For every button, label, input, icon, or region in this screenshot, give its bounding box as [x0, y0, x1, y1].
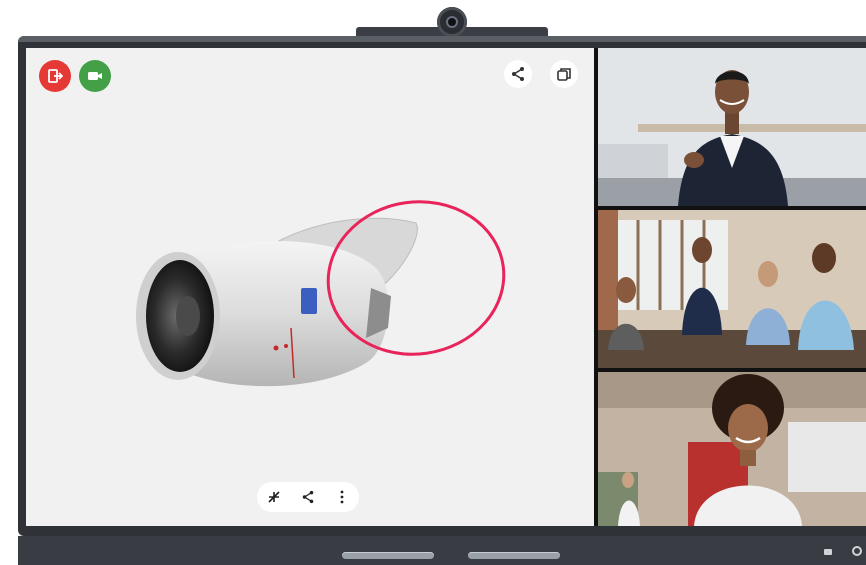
more-vertical-icon	[340, 490, 344, 504]
display-bezel-top	[18, 36, 866, 42]
display-base	[18, 536, 866, 565]
jet-engine-image	[136, 200, 506, 387]
toolbar-share-button[interactable]	[296, 485, 320, 509]
right-handle	[468, 552, 560, 559]
leave-button[interactable]	[39, 60, 71, 92]
participant-video-image	[598, 372, 866, 526]
video-camera-icon	[88, 72, 102, 80]
leave-icon	[48, 69, 63, 83]
collapse-button[interactable]	[262, 485, 286, 509]
share-icon	[512, 67, 524, 81]
whiteboard-panel[interactable]	[26, 48, 594, 526]
collapse-icon	[268, 491, 280, 503]
power-icon[interactable]	[852, 546, 862, 556]
window-switch-icon	[557, 68, 571, 81]
participant-video-tile[interactable]	[598, 48, 866, 206]
window-switch-button[interactable]	[550, 60, 578, 88]
participant-video-tile[interactable]	[598, 210, 866, 368]
participant-video-tile[interactable]	[598, 372, 866, 526]
more-options-button[interactable]	[330, 485, 354, 509]
display-screen	[26, 48, 866, 526]
share-icon	[302, 490, 314, 504]
whiteboard-toolbar	[257, 482, 359, 512]
conference-room-video-image	[598, 210, 866, 368]
left-handle	[342, 552, 434, 559]
share-button[interactable]	[504, 60, 532, 88]
status-led-icon	[824, 549, 832, 555]
webcam-lens	[446, 16, 458, 28]
presenter-video-image	[598, 48, 866, 206]
video-toggle-button[interactable]	[79, 60, 111, 92]
